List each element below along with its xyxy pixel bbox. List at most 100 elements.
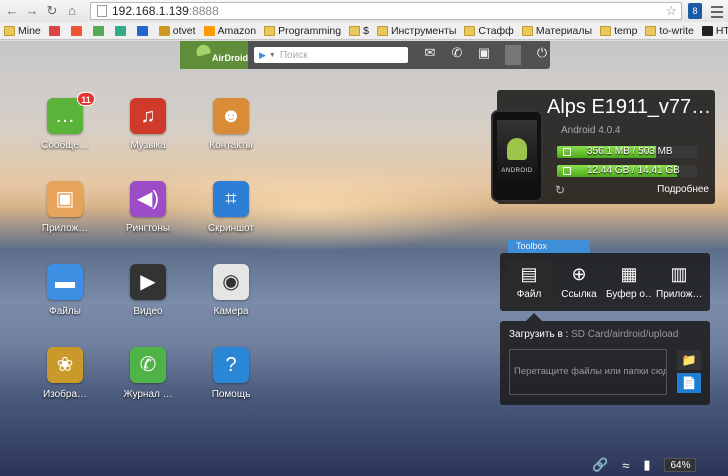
app-label: Музыка <box>130 140 166 151</box>
contacts-icon: ☻ <box>213 98 249 134</box>
music-icon: ♫ <box>130 98 166 134</box>
bookmark-label: temp <box>614 24 638 37</box>
amazon-icon <box>203 25 215 36</box>
tool-app-install[interactable]: ▥ Прилож… <box>656 259 702 307</box>
status-bar: 🔗 ≈ ▮ 64% <box>592 457 697 473</box>
bookmark-label: Инструменты <box>390 24 457 37</box>
extension-icon[interactable]: 8 <box>688 3 702 19</box>
app-label: Рингтоны <box>125 223 171 234</box>
tool-file[interactable]: ▤ Файл <box>506 259 552 307</box>
sd-usage: 12.44 GB / 14.41 GB <box>587 165 680 176</box>
address-bar[interactable]: 192.168.1.139:8888 ☆ <box>90 2 682 20</box>
app-label: Прилож… <box>41 223 89 234</box>
ext-red-icon <box>70 25 82 36</box>
app-label: Скриншот <box>207 223 255 234</box>
bookmark-item[interactable] <box>136 25 151 36</box>
bookmark-item[interactable]: Programming <box>264 25 341 37</box>
app-label: Помощь <box>211 389 251 400</box>
send-message-icon[interactable]: ✉ <box>422 45 438 65</box>
bookmark-item[interactable]: to-write <box>645 25 694 37</box>
upload-label: Загрузить в : <box>509 329 569 340</box>
browser-menu-icon[interactable] <box>710 3 724 19</box>
bookmark-item[interactable] <box>114 25 129 36</box>
bookmark-item[interactable] <box>92 25 107 36</box>
message-icon: … 11 <box>47 92 95 134</box>
app-camera[interactable]: ◉ Камера <box>196 264 266 317</box>
apps-icon: ▣ <box>47 181 83 217</box>
app-label: Журнал … <box>123 389 173 400</box>
bookmark-item[interactable] <box>70 25 85 36</box>
tool-label: Файл <box>516 289 542 300</box>
upload-folder-icon[interactable]: 📁 <box>677 350 701 370</box>
app-search-input[interactable]: ▶ ▼ Поиск <box>254 47 408 63</box>
app-label: Контакты <box>209 140 253 151</box>
app-music[interactable]: ♫ Музыка <box>113 98 183 151</box>
files-icon: ▬ <box>47 264 83 300</box>
calllog-icon: ✆ <box>130 347 166 383</box>
forward-icon[interactable]: → <box>24 3 40 19</box>
home-icon[interactable]: ⌂ <box>64 3 80 19</box>
bookmark-item[interactable]: temp <box>600 25 637 37</box>
app-label: Камера <box>213 306 249 317</box>
phone-image: ANDROID <box>491 110 543 202</box>
bookmark-star-icon[interactable]: ☆ <box>665 3 677 19</box>
sd-bar: 12.44 GB / 14.41 GB <box>557 165 697 177</box>
app-label: Видео <box>133 306 163 317</box>
back-icon[interactable]: ← <box>4 3 20 19</box>
clipboard-icon: ▦ <box>620 264 638 284</box>
app-contacts[interactable]: ☻ Контакты <box>196 98 266 151</box>
reload-icon[interactable]: ↻ <box>44 3 60 19</box>
app-message[interactable]: … 11 Сообще… <box>30 92 100 151</box>
app-ringtone[interactable]: ◀) Рингтоны <box>113 181 183 234</box>
app-apps[interactable]: ▣ Прилож… <box>30 181 100 234</box>
folder-icon <box>464 25 476 36</box>
bookmarks-bar: Mine otvet Amazon Programming $ Инструменты Ст… <box>0 22 728 40</box>
toolbox-tab[interactable]: Toolbox <box>508 240 590 253</box>
signal-icon: ▮ <box>643 457 651 472</box>
link-icon: ⊕ <box>571 264 587 284</box>
details-button[interactable]: Подробнее <box>657 184 709 195</box>
chevron-down-icon[interactable]: ▼ <box>269 52 276 59</box>
upload-panel: Загрузить в : SD Card/airdroid/upload Пе… <box>500 313 710 405</box>
file-icon: ▤ <box>520 264 538 284</box>
tool-link[interactable]: ⊕ Ссылка <box>556 259 602 307</box>
unread-badge: 11 <box>77 92 95 106</box>
airdroid-topbar: AirDroid ▶ ▼ Поиск ✉ ✆ ▣ ⏻ <box>180 41 550 69</box>
refresh-icon[interactable]: ↻ <box>555 183 565 197</box>
app-video[interactable]: ▶ Видео <box>113 264 183 317</box>
bookmark-label: $ <box>363 24 369 37</box>
bookmark-item[interactable]: $ <box>349 25 369 37</box>
bookmark-item[interactable]: otvet <box>158 25 196 37</box>
bookmark-item[interactable] <box>48 25 63 36</box>
bookmark-item[interactable]: HTG <box>701 25 728 37</box>
app-calllog[interactable]: ✆ Журнал … <box>113 347 183 400</box>
app-screenshot[interactable]: ⌗ Скриншот <box>196 181 266 234</box>
device-name: Alps E1911_v77… <box>547 96 711 118</box>
app-images[interactable]: ❀ Изобра… <box>30 347 100 400</box>
phone-icon[interactable]: ✆ <box>449 45 465 65</box>
ram-usage: 356.1 MB / 503 MB <box>587 146 673 157</box>
airdroid-logo[interactable]: AirDroid <box>180 41 248 69</box>
folder-icon <box>376 25 388 36</box>
bookmark-item[interactable]: Инструменты <box>376 24 457 37</box>
ext-swirl-icon <box>114 25 126 36</box>
folder-icon <box>4 25 15 36</box>
bookmark-item[interactable]: Mine <box>4 25 41 37</box>
folder-icon <box>645 25 657 36</box>
tool-label: Буфер о… <box>606 289 652 300</box>
bookmark-item[interactable]: Amazon <box>203 25 256 37</box>
bookmark-item[interactable]: Стафф <box>464 25 514 37</box>
tool-clipboard[interactable]: ▦ Буфер о… <box>606 259 652 307</box>
upload-path[interactable]: SD Card/airdroid/upload <box>571 329 678 340</box>
language-icon[interactable]: ▣ <box>476 45 492 65</box>
app-help[interactable]: ? Помощь <box>196 347 266 400</box>
search-placeholder: Поиск <box>279 49 308 61</box>
android-robot-icon <box>194 43 212 57</box>
ext-b-icon <box>136 25 148 36</box>
screenshot-icon: ⌗ <box>213 181 249 217</box>
power-icon[interactable]: ⏻ <box>534 45 550 65</box>
bookmark-item[interactable]: Материалы <box>521 25 592 37</box>
upload-file-icon[interactable]: 📄 <box>677 373 701 393</box>
app-files[interactable]: ▬ Файлы <box>30 264 100 317</box>
drop-zone[interactable]: Перетащите файлы или папки сюда <box>509 349 667 395</box>
